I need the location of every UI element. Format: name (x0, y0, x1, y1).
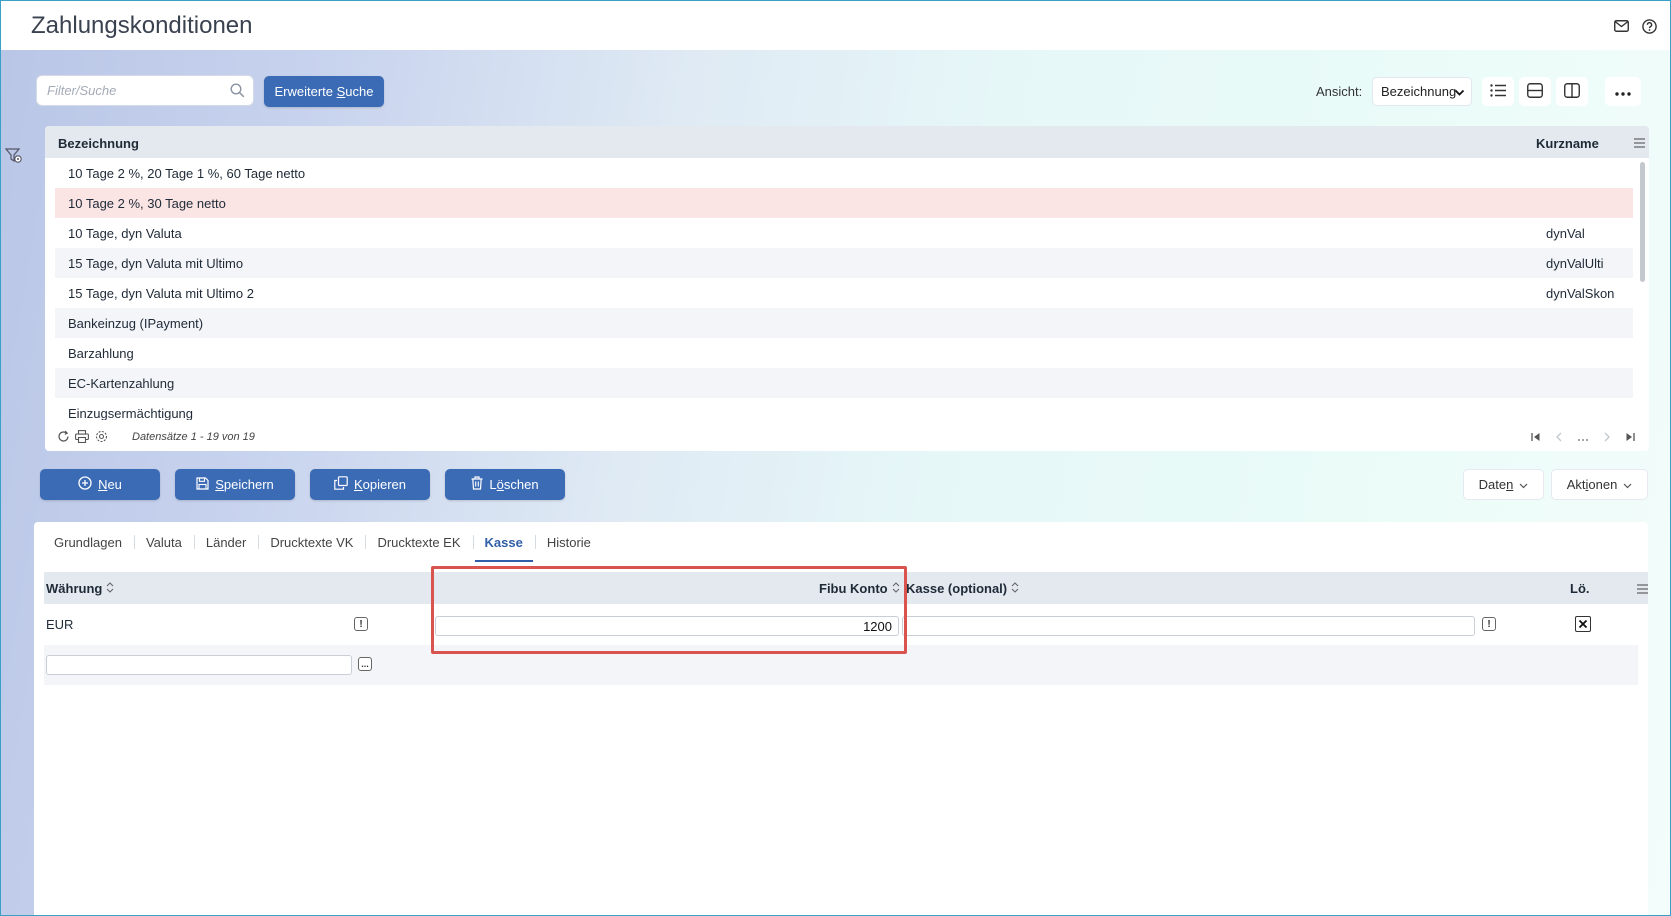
chevron-down-icon (1519, 477, 1528, 492)
detail-grid-header: Währung Fibu Konto Kasse (optional) Lö. (44, 572, 1648, 604)
fibu-konto-input[interactable] (435, 616, 899, 636)
sort-icon (892, 581, 900, 596)
delete-row-checkbox[interactable] (1575, 616, 1591, 632)
copy-icon (334, 476, 348, 493)
sort-icon (106, 581, 114, 596)
chevron-down-icon (1623, 477, 1632, 492)
tab-drucktexte-ek[interactable]: Drucktexte EK (365, 522, 472, 562)
view-label: Ansicht: (1316, 84, 1363, 99)
search-input[interactable] (37, 76, 217, 105)
detail-tabs: Grundlagen Valuta Länder Drucktexte VK D… (34, 522, 1648, 562)
view-select[interactable]: Bezeichnung (1372, 77, 1472, 106)
filter-settings-icon[interactable] (4, 148, 23, 166)
currency-info-button[interactable]: ! (354, 617, 368, 631)
table-row-selected[interactable]: 10 Tage 2 %, 30 Tage netto (55, 188, 1633, 218)
extended-search-button[interactable]: Erweiterte Suche (264, 76, 384, 107)
table-row[interactable]: Einzugsermächtigung (55, 398, 1633, 420)
search-icon[interactable] (230, 83, 245, 101)
table-row[interactable]: Bankeinzug (IPayment) (55, 308, 1633, 338)
actions-menu-button[interactable]: Aktionen (1551, 469, 1648, 500)
sort-icon (1011, 581, 1019, 596)
data-menu-button[interactable]: Daten (1463, 469, 1544, 500)
lookup-button[interactable]: ... (358, 657, 372, 671)
search-box[interactable] (36, 75, 254, 106)
grid-footer: Datensätze 1 - 19 von 19 (45, 423, 1649, 451)
tab-laender[interactable]: Länder (193, 522, 258, 562)
new-row: ... (44, 645, 1638, 685)
table-row[interactable]: 15 Tage, dyn Valuta mit Ultimo 2 dynValSk… (55, 278, 1633, 308)
prev-page-icon[interactable] (1555, 430, 1563, 445)
tab-historie[interactable]: Historie (534, 522, 603, 562)
split-horizontal-button[interactable] (1519, 77, 1551, 106)
new-currency-input[interactable] (46, 655, 352, 675)
chevron-down-icon (1454, 86, 1465, 101)
list-view-button[interactable] (1482, 77, 1514, 106)
grid-rows: 10 Tage 2 %, 20 Tage 1 %, 60 Tage netto … (55, 158, 1633, 420)
view-select-value: Bezeichnung (1381, 84, 1457, 99)
column-header-loeschen: Lö. (1570, 581, 1590, 596)
record-count: Datensätze 1 - 19 von 19 (132, 431, 255, 443)
new-button[interactable]: Neu (40, 469, 160, 500)
payment-terms-grid: Bezeichnung Kurzname 10 Tage 2 %, 20 Tag… (45, 126, 1649, 451)
table-row[interactable]: Barzahlung (55, 338, 1633, 368)
column-header-bezeichnung[interactable]: Bezeichnung (58, 136, 139, 151)
kasse-info-button[interactable]: ! (1482, 617, 1496, 631)
trash-icon (471, 476, 483, 493)
grid-scrollbar[interactable] (1640, 162, 1645, 282)
next-page-icon[interactable] (1603, 430, 1611, 445)
page-title: Zahlungskonditionen (31, 11, 253, 39)
refresh-icon[interactable] (57, 430, 70, 446)
save-button[interactable]: Speichern (175, 469, 295, 500)
plus-circle-icon (78, 476, 92, 493)
currency-value: EUR (46, 617, 74, 632)
grid-header: Bezeichnung Kurzname (45, 126, 1649, 158)
more-pages-icon (1577, 430, 1589, 445)
copy-button[interactable]: Kopieren (310, 469, 430, 500)
split-vertical-icon (1564, 82, 1580, 101)
split-vertical-button[interactable] (1556, 77, 1588, 106)
help-icon[interactable] (1640, 17, 1658, 35)
column-header-waehrung[interactable]: Währung (46, 581, 114, 596)
pager (1531, 430, 1635, 445)
column-header-kasse[interactable]: Kasse (optional) (906, 581, 1019, 596)
column-menu-icon[interactable] (1637, 582, 1648, 597)
split-horizontal-icon (1527, 82, 1543, 101)
kasse-input[interactable] (902, 616, 1475, 636)
print-icon[interactable] (75, 430, 89, 446)
tab-valuta[interactable]: Valuta (133, 522, 194, 562)
tab-kasse[interactable]: Kasse (472, 522, 535, 562)
mail-icon[interactable] (1612, 17, 1630, 35)
floppy-disk-icon (196, 476, 209, 493)
app-window: Zahlungskonditionen Erweiterte Suche Ans… (0, 0, 1671, 916)
more-options-button[interactable] (1605, 77, 1641, 106)
title-bar: Zahlungskonditionen (1, 1, 1670, 50)
last-page-icon[interactable] (1625, 430, 1635, 445)
table-row[interactable]: EC-Kartenzahlung (55, 368, 1633, 398)
first-page-icon[interactable] (1531, 430, 1541, 445)
column-menu-icon[interactable] (1634, 136, 1645, 151)
more-dots-icon (1615, 84, 1631, 99)
column-header-fibu-konto[interactable]: Fibu Konto (819, 581, 900, 596)
list-icon (1489, 83, 1507, 100)
table-row[interactable]: 15 Tage, dyn Valuta mit Ultimo dynValUlti (55, 248, 1633, 278)
tab-drucktexte-vk[interactable]: Drucktexte VK (258, 522, 365, 562)
table-row: EUR ! ! (44, 604, 1648, 645)
table-row[interactable]: 10 Tage 2 %, 20 Tage 1 %, 60 Tage netto (55, 158, 1633, 188)
column-header-kurzname[interactable]: Kurzname (1536, 136, 1599, 151)
kasse-detail-panel: Währung Fibu Konto Kasse (optional) Lö. … (34, 562, 1648, 915)
table-row[interactable]: 10 Tage, dyn Valuta dynVal (55, 218, 1633, 248)
settings-gear-icon[interactable] (95, 430, 108, 446)
tab-grundlagen[interactable]: Grundlagen (42, 522, 134, 562)
delete-button[interactable]: Löschen (445, 469, 565, 500)
